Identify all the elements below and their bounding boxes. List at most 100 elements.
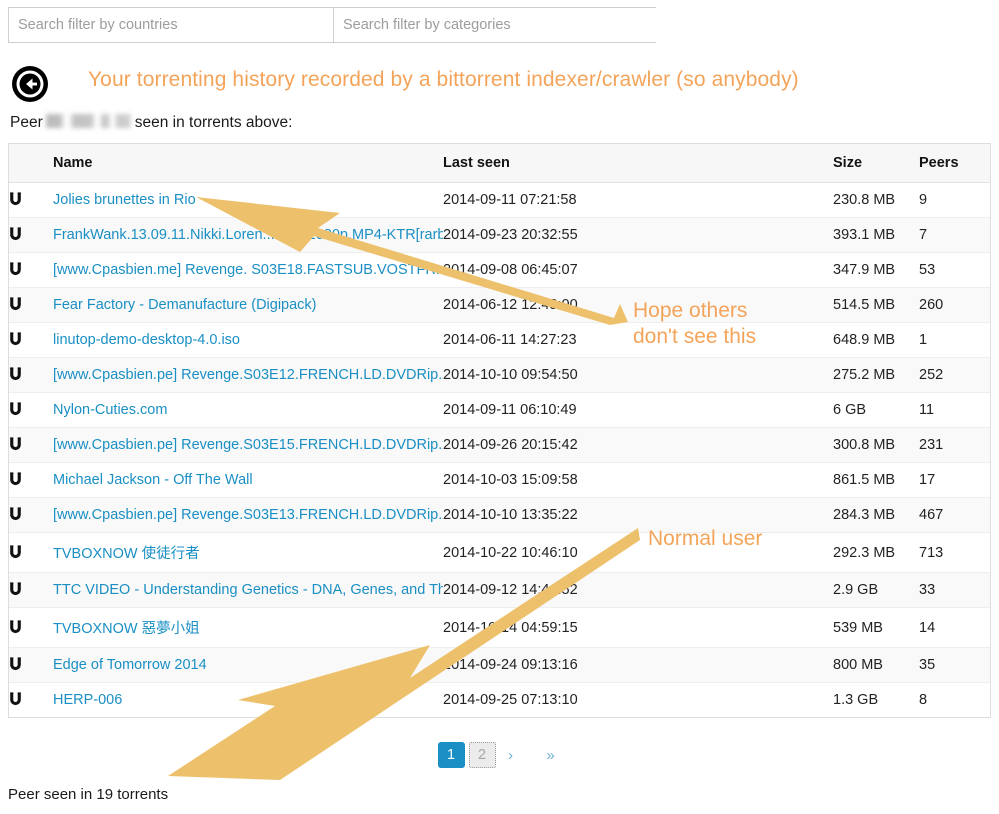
row-peers-cell: 467 (919, 497, 990, 533)
row-magnet-cell[interactable] (9, 357, 53, 393)
row-name-cell: TVBOXNOW 使徒行者 (53, 532, 443, 573)
row-size-cell: 514.5 MB (833, 287, 919, 323)
table-row: Michael Jackson - Off The Wall 2014-10-03… (9, 462, 990, 498)
row-magnet-cell[interactable] (9, 322, 53, 358)
table-row: [www.Cpasbien.pe] Revenge.S03E13.FRENCH.… (9, 497, 990, 533)
torrent-name-link[interactable]: TTC VIDEO - Understanding Genetics - DNA… (53, 582, 443, 598)
peer-prefix: Peer (10, 114, 43, 131)
row-magnet-cell[interactable] (9, 217, 53, 253)
row-magnet-cell[interactable] (9, 252, 53, 288)
magnet-icon (10, 332, 21, 346)
row-magnet-cell[interactable] (9, 647, 53, 683)
filter-bar (8, 7, 657, 43)
torrent-name-link[interactable]: TVBOXNOW 使徒行者 (53, 546, 200, 562)
row-peers-cell: 252 (919, 357, 990, 393)
row-size-cell: 1.3 GB (833, 682, 919, 717)
row-magnet-cell[interactable] (9, 607, 53, 648)
pagination-next-button[interactable]: › (500, 742, 522, 768)
table-header-row: Name Last seen Size Peers (9, 144, 990, 183)
magnet-icon (10, 297, 21, 311)
column-header-last-seen[interactable]: Last seen (443, 144, 833, 183)
pagination-page-1[interactable]: 1 (437, 742, 465, 768)
row-peers-cell: 9 (919, 182, 990, 218)
row-name-cell: Fear Factory - Demanufacture (Digipack) (53, 287, 443, 323)
torrent-name-link[interactable]: FrankWank.13.09.11.Nikki.Loren...XXX.108… (53, 227, 443, 243)
peer-suffix: seen in torrents above: (134, 114, 293, 131)
table-row: TTC VIDEO - Understanding Genetics - DNA… (9, 572, 990, 608)
row-magnet-cell[interactable] (9, 572, 53, 608)
row-size-cell: 6 GB (833, 392, 919, 428)
torrent-name-link[interactable]: Fear Factory - Demanufacture (Digipack) (53, 297, 317, 313)
table-row: TVBOXNOW 惡夢小姐 2014-10-14 04:59:15 539 MB 14 (9, 607, 990, 648)
row-last-seen-cell: 2014-10-22 10:46:10 (443, 532, 833, 573)
magnet-icon (10, 507, 21, 521)
annotation-hope: Hope others don't see this (633, 298, 756, 350)
row-size-cell: 393.1 MB (833, 217, 919, 253)
row-magnet-cell[interactable] (9, 392, 53, 428)
table-row: Jolies brunettes in Rio 2014-09-11 07:21:… (9, 182, 990, 218)
row-peers-cell: 35 (919, 647, 990, 683)
row-size-cell: 292.3 MB (833, 532, 919, 573)
row-last-seen-cell: 2014-09-12 14:41:52 (443, 572, 833, 608)
country-filter-input[interactable] (9, 8, 333, 42)
torrent-name-link[interactable]: [www.Cpasbien.pe] Revenge.S03E13.FRENCH.… (53, 507, 443, 523)
row-last-seen-cell: 2014-09-23 20:32:55 (443, 217, 833, 253)
torrent-name-link[interactable]: HERP-006 (53, 692, 122, 708)
row-magnet-cell[interactable] (9, 532, 53, 573)
table-row: [www.Cpasbien.me] Revenge. S03E18.FASTSU… (9, 252, 990, 288)
magnet-icon (10, 262, 21, 276)
row-last-seen-cell: 2014-10-10 13:35:22 (443, 497, 833, 533)
row-name-cell: FrankWank.13.09.11.Nikki.Loren...XXX.108… (53, 217, 443, 253)
row-peers-cell: 1 (919, 322, 990, 358)
torrent-name-link[interactable]: Nylon-Cuties.com (53, 402, 167, 418)
row-magnet-cell[interactable] (9, 182, 53, 218)
row-last-seen-cell: 2014-09-08 06:45:07 (443, 252, 833, 288)
row-peers-cell: 7 (919, 217, 990, 253)
torrent-name-link[interactable]: Edge of Tomorrow 2014 (53, 657, 207, 673)
annotation-hope-line2: don't see this (633, 325, 757, 348)
row-magnet-cell[interactable] (9, 287, 53, 323)
table-row: FrankWank.13.09.11.Nikki.Loren...XXX.108… (9, 217, 990, 253)
annotation-normal-user: Normal user (648, 527, 763, 550)
table-body: Jolies brunettes in Rio 2014-09-11 07:21:… (9, 182, 990, 717)
table-row: linutop-demo-desktop-4.0.iso 2014-06-11 1… (9, 322, 990, 358)
row-size-cell: 648.9 MB (833, 322, 919, 358)
row-size-cell: 2.9 GB (833, 572, 919, 608)
row-magnet-cell[interactable] (9, 462, 53, 498)
row-size-cell: 861.5 MB (833, 462, 919, 498)
row-last-seen-cell: 2014-10-03 15:09:58 (443, 462, 833, 498)
column-header-icon (9, 144, 53, 183)
torrent-name-link[interactable]: Michael Jackson - Off The Wall (53, 472, 253, 488)
pagination: 1 2 › » (0, 742, 999, 768)
table-row: Nylon-Cuties.com 2014-09-11 06:10:49 6 GB 1… (9, 392, 990, 428)
magnet-icon (10, 227, 21, 241)
row-name-cell: linutop-demo-desktop-4.0.iso (53, 322, 443, 358)
row-last-seen-cell: 2014-09-25 07:13:10 (443, 682, 833, 717)
column-header-size[interactable]: Size (833, 144, 919, 183)
row-magnet-cell[interactable] (9, 682, 53, 717)
back-arrow-circle-icon[interactable] (10, 64, 50, 104)
row-last-seen-cell: 2014-09-11 07:21:58 (443, 182, 833, 218)
pagination-last-button[interactable]: » (540, 742, 562, 768)
torrent-name-link[interactable]: [www.Cpasbien.pe] Revenge.S03E12.FRENCH.… (53, 367, 443, 383)
category-filter-input[interactable] (333, 8, 657, 42)
column-header-name[interactable]: Name (53, 144, 443, 183)
torrent-name-link[interactable]: [www.Cpasbien.pe] Revenge.S03E15.FRENCH.… (53, 437, 443, 453)
footer-peer-count: Peer seen in 19 torrents (8, 786, 169, 803)
row-peers-cell: 231 (919, 427, 990, 463)
column-header-peers[interactable]: Peers (919, 144, 990, 183)
pagination-page-2[interactable]: 2 (468, 742, 496, 768)
torrent-name-link[interactable]: [www.Cpasbien.me] Revenge. S03E18.FASTSU… (53, 262, 443, 278)
row-last-seen-cell: 2014-09-26 20:15:42 (443, 427, 833, 463)
row-last-seen-cell: 2014-10-14 04:59:15 (443, 607, 833, 648)
magnet-icon (10, 657, 21, 671)
torrent-name-link[interactable]: TVBOXNOW 惡夢小姐 (53, 621, 200, 637)
row-magnet-cell[interactable] (9, 497, 53, 533)
torrent-name-link[interactable]: linutop-demo-desktop-4.0.iso (53, 332, 240, 348)
row-magnet-cell[interactable] (9, 427, 53, 463)
table-row: HERP-006 2014-09-25 07:13:10 1.3 GB 8 (9, 682, 990, 717)
table-row: [www.Cpasbien.pe] Revenge.S03E12.FRENCH.… (9, 357, 990, 393)
torrent-name-link[interactable]: Jolies brunettes in Rio (53, 192, 196, 208)
row-peers-cell: 53 (919, 252, 990, 288)
row-name-cell: [www.Cpasbien.pe] Revenge.S03E12.FRENCH.… (53, 357, 443, 393)
